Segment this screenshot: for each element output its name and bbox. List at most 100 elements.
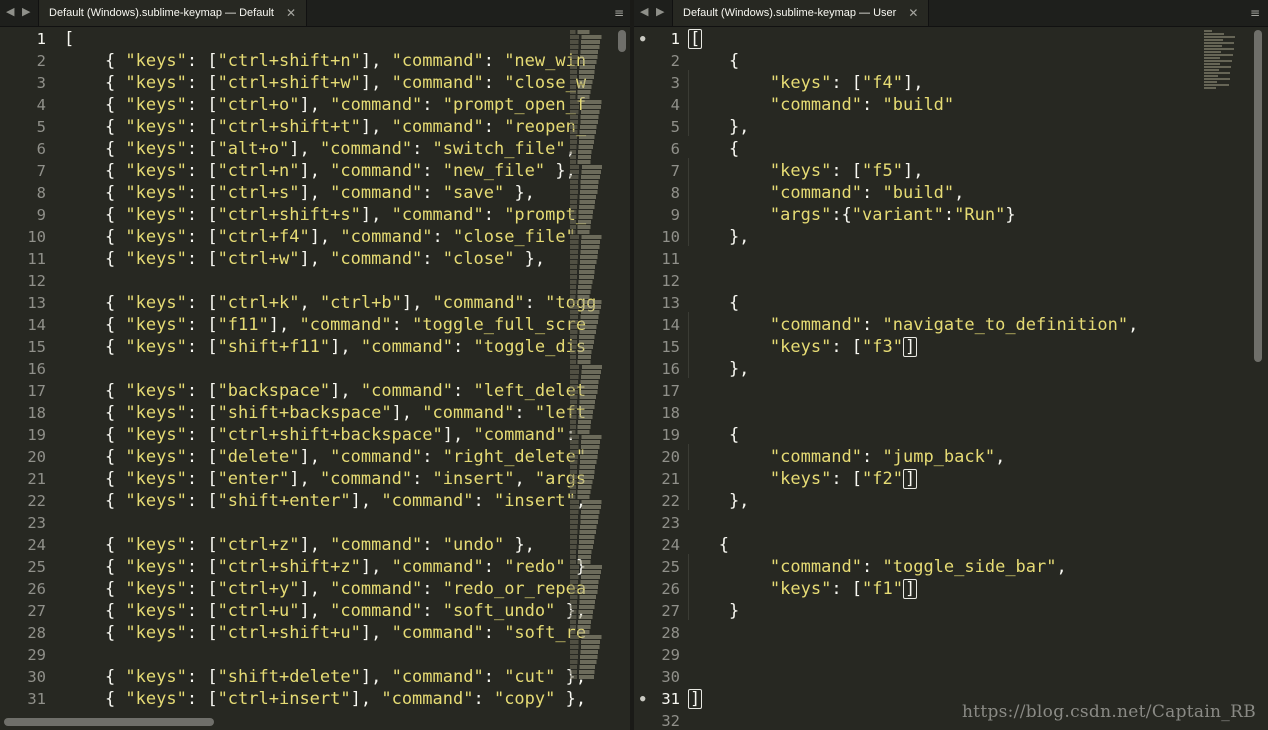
code-line[interactable]: { [688, 292, 1268, 314]
close-icon[interactable]: ✕ [286, 0, 296, 26]
code-line[interactable]: }, [688, 358, 1268, 380]
code-line[interactable]: { "keys": ["ctrl+y"], "command": "redo_o… [64, 578, 630, 600]
code-line[interactable]: { [688, 50, 1268, 72]
code-line[interactable] [688, 402, 1268, 424]
minimap-row [570, 255, 610, 259]
code-line[interactable]: { "keys": ["ctrl+o"], "command": "prompt… [64, 94, 630, 116]
menu-icon[interactable]: ≡ [614, 6, 624, 20]
line-number: 16 [661, 360, 680, 378]
code-line[interactable]: "keys": ["f5"], [688, 160, 1268, 182]
code-line[interactable]: { "keys": ["alt+o"], "command": "switch_… [64, 138, 630, 160]
code-line[interactable]: { "keys": ["ctrl+w"], "command": "close"… [64, 248, 630, 270]
code-line[interactable]: { "keys": ["ctrl+n"], "command": "new_fi… [64, 160, 630, 182]
code-line[interactable]: [ [688, 28, 1268, 50]
code-line[interactable]: { "keys": ["ctrl+shift+backspace"], "com… [64, 424, 630, 446]
code-line[interactable] [64, 512, 630, 534]
editor-pane-right[interactable]: ◀ ▶ Default (Windows).sublime-keymap — U… [634, 0, 1268, 730]
code-line[interactable]: { [688, 534, 1268, 556]
minimap-row [570, 185, 611, 189]
code-line[interactable]: }, [688, 116, 1268, 138]
minimap-row [570, 515, 611, 519]
minimap-row [570, 285, 601, 289]
minimap[interactable] [570, 30, 616, 710]
minimap-row [570, 365, 616, 369]
line-number: 5 [670, 118, 680, 136]
line-number: 29 [27, 646, 46, 664]
menu-icon[interactable]: ≡ [1250, 6, 1260, 20]
code-line[interactable]: { "keys": ["ctrl+shift+s"], "command": "… [64, 204, 630, 226]
tab-nav-next-icon[interactable]: ▶ [22, 5, 30, 18]
code-line[interactable] [688, 666, 1268, 688]
code-line[interactable]: "command": "navigate_to_definition", [688, 314, 1268, 336]
code-line[interactable]: { [688, 424, 1268, 446]
code-line[interactable]: { "keys": ["backspace"], "command": "lef… [64, 380, 630, 402]
code-line[interactable]: { "keys": ["ctrl+s"], "command": "save" … [64, 182, 630, 204]
code-line[interactable]: { "keys": ["ctrl+shift+n"], "command": "… [64, 50, 630, 72]
code-line[interactable]: { [688, 138, 1268, 160]
vertical-scrollbar[interactable] [618, 30, 626, 52]
close-icon[interactable]: ✕ [908, 0, 918, 26]
code-line[interactable]: { "keys": ["ctrl+shift+z"], "command": "… [64, 556, 630, 578]
code-line[interactable] [688, 270, 1268, 292]
code-line[interactable]: "command": "build", [688, 182, 1268, 204]
code-line[interactable] [688, 380, 1268, 402]
code-line[interactable]: { "keys": ["ctrl+shift+t"], "command": "… [64, 116, 630, 138]
line-number: 20 [661, 448, 680, 466]
code-line[interactable]: { "keys": ["ctrl+shift+w"], "command": "… [64, 72, 630, 94]
code-line[interactable]: { "keys": ["ctrl+f4"], "command": "close… [64, 226, 630, 248]
minimap-row [570, 500, 616, 504]
horizontal-scrollbar[interactable] [4, 718, 214, 726]
code-line[interactable]: { "keys": ["shift+delete"], "command": "… [64, 666, 630, 688]
line-number: 30 [27, 668, 46, 686]
code-line[interactable]: { "keys": ["delete"], "command": "right_… [64, 446, 630, 468]
code-line[interactable]: "keys": ["f1"] [688, 578, 1268, 600]
tab-default-keymap[interactable]: Default (Windows).sublime-keymap — Defau… [38, 0, 308, 26]
minimap-row [1204, 36, 1236, 38]
tab-nav-prev-icon[interactable]: ◀ [640, 5, 648, 18]
minimap-row [1204, 51, 1222, 53]
minimap[interactable] [1204, 30, 1244, 90]
code-line[interactable]: [ [64, 28, 630, 50]
tab-nav-prev-icon[interactable]: ◀ [6, 5, 14, 18]
minimap-row [570, 440, 614, 444]
code-line[interactable] [64, 270, 630, 292]
code-line[interactable]: { "keys": ["ctrl+shift+u"], "command": "… [64, 622, 630, 644]
code-line[interactable]: { "keys": ["ctrl+insert"], "command": "c… [64, 688, 630, 710]
code-line[interactable]: { "keys": ["ctrl+u"], "command": "soft_u… [64, 600, 630, 622]
code-line[interactable]: "keys": ["f2"] [688, 468, 1268, 490]
code-line[interactable]: { "keys": ["shift+f11"], "command": "tog… [64, 336, 630, 358]
minimap-row [570, 95, 599, 99]
code-line[interactable]: } [688, 600, 1268, 622]
code-line[interactable]: "command": "jump_back", [688, 446, 1268, 468]
code-line[interactable] [688, 248, 1268, 270]
minimap-row [1204, 66, 1232, 68]
code-line[interactable]: { "keys": ["ctrl+z"], "command": "undo" … [64, 534, 630, 556]
code-line[interactable] [688, 644, 1268, 666]
editor-pane-left[interactable]: ◀ ▶ Default (Windows).sublime-keymap — D… [0, 0, 630, 730]
code-line[interactable]: "keys": ["f4"], [688, 72, 1268, 94]
code-line[interactable]: }, [688, 490, 1268, 512]
code-line[interactable]: { "keys": ["f11"], "command": "toggle_fu… [64, 314, 630, 336]
code-line[interactable]: }, [688, 226, 1268, 248]
code-line[interactable]: { "keys": ["shift+backspace"], "command"… [64, 402, 630, 424]
code-area[interactable]: [ { "keys": ["f4"], "command": "build" }… [688, 28, 1268, 730]
line-number: 18 [661, 404, 680, 422]
line-number: 1 [36, 30, 46, 48]
code-line[interactable]: "command": "toggle_side_bar", [688, 556, 1268, 578]
code-area[interactable]: [ { "keys": ["ctrl+shift+n"], "command":… [64, 28, 630, 710]
tab-user-keymap[interactable]: Default (Windows).sublime-keymap — User … [672, 0, 930, 26]
tab-nav-next-icon[interactable]: ▶ [656, 5, 664, 18]
code-line[interactable] [64, 358, 630, 380]
code-line[interactable] [64, 644, 630, 666]
code-line[interactable]: { "keys": ["ctrl+k", "ctrl+b"], "command… [64, 292, 630, 314]
code-line[interactable]: { "keys": ["shift+enter"], "command": "i… [64, 490, 630, 512]
minimap-row [570, 210, 604, 214]
code-line[interactable]: "keys": ["f3"] [688, 336, 1268, 358]
code-line[interactable]: "command": "build" [688, 94, 1268, 116]
code-line[interactable]: "args":{"variant":"Run"} [688, 204, 1268, 226]
vertical-scrollbar[interactable] [1254, 30, 1262, 362]
tab-title: Default (Windows).sublime-keymap — User [683, 7, 897, 19]
code-line[interactable]: { "keys": ["enter"], "command": "insert"… [64, 468, 630, 490]
code-line[interactable] [688, 512, 1268, 534]
code-line[interactable] [688, 622, 1268, 644]
